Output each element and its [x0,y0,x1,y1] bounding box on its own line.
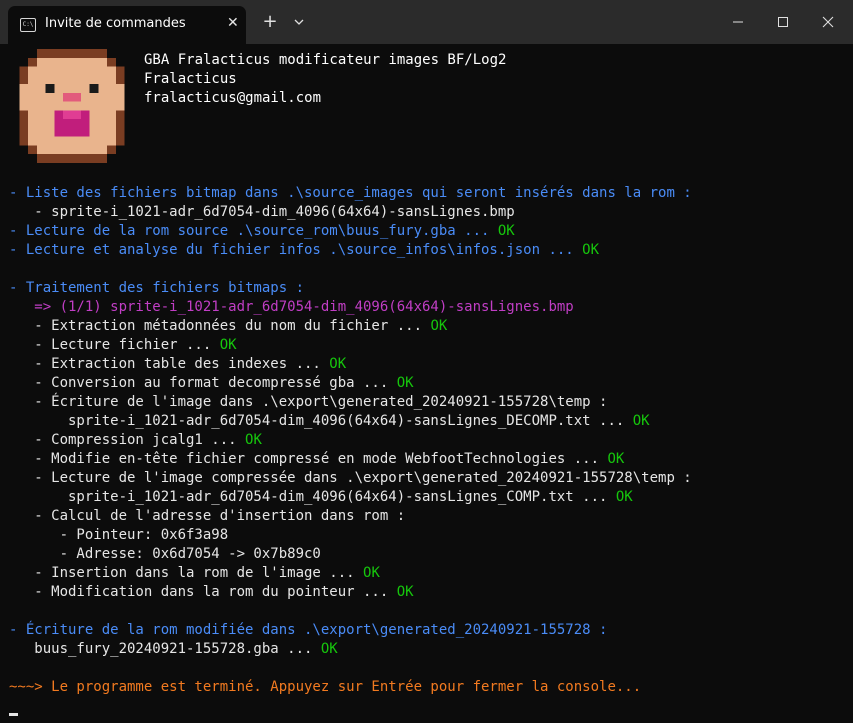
header-author: Fralacticus [144,71,237,87]
write-rom-heading: - Écriture de la rom modifiée dans .\exp… [9,622,608,638]
processing-file-line: => (1/1) sprite-i_1021-adr_6d7054-dim_40… [9,299,574,315]
list-bitmap-heading: - Liste des fichiers bitmap dans .\sourc… [9,185,692,201]
header-email: fralacticus@gmail.com [144,90,322,106]
tab-close-icon[interactable]: ✕ [227,13,239,33]
chevron-down-icon[interactable] [289,14,309,30]
step-line: sprite-i_1021-adr_6d7054-dim_4096(64x64)… [9,413,650,429]
minimize-button[interactable] [726,12,750,32]
output-rom-line: buus_fury_20240921-155728.gba ... OK [9,641,338,657]
step-line: - Modification dans la rom du pointeur .… [9,584,414,600]
terminal-icon: C:\ [20,18,36,32]
step-line: - Modifie en-tête fichier compressé en m… [9,451,625,467]
read-infos-line: - Lecture et analyse du fichier infos .\… [9,242,600,258]
title-bar[interactable]: C:\ Invite de commandes ✕ + [0,0,853,44]
step-line: - Pointeur: 0x6f3a98 [9,527,229,543]
finished-message: ~~~> Le programme est terminé. Appuyez s… [9,679,642,695]
read-rom-line: - Lecture de la rom source .\source_rom\… [9,223,515,239]
processing-heading: - Traitement des fichiers bitmaps : [9,280,305,296]
maximize-button[interactable] [771,12,795,32]
close-window-button[interactable] [816,12,840,32]
bitmap-file-item: - sprite-i_1021-adr_6d7054-dim_4096(64x6… [9,204,515,220]
step-line: - Adresse: 0x6d7054 -> 0x7b89c0 [9,546,321,562]
terminal-window: C:\ Invite de commandes ✕ + GBA Fralacti… [0,0,853,723]
step-line: - Calcul de l'adresse d'insertion dans r… [9,508,406,524]
tab-title: Invite de commandes [45,16,186,31]
pixel-monkey-avatar [10,49,134,163]
step-line: - Extraction métadonnées du nom du fichi… [9,318,448,334]
step-line: - Compression jcalg1 ... OK [9,432,262,448]
step-line: - Lecture fichier ... OK [9,337,237,353]
step-line: - Extraction table des indexes ... OK [9,356,347,372]
tab-command-prompt[interactable]: C:\ Invite de commandes ✕ [8,6,246,44]
step-line: - Insertion dans la rom de l'image ... O… [9,565,380,581]
step-line: - Lecture de l'image compressée dans .\e… [9,470,692,486]
step-line: - Écriture de l'image dans .\export\gene… [9,394,608,410]
step-line: - Conversion au format decompressé gba .… [9,375,414,391]
header-title: GBA Fralacticus modificateur images BF/L… [144,52,507,68]
cursor [9,697,18,716]
new-tab-button[interactable]: + [262,12,278,32]
step-line: sprite-i_1021-adr_6d7054-dim_4096(64x64)… [9,489,633,505]
